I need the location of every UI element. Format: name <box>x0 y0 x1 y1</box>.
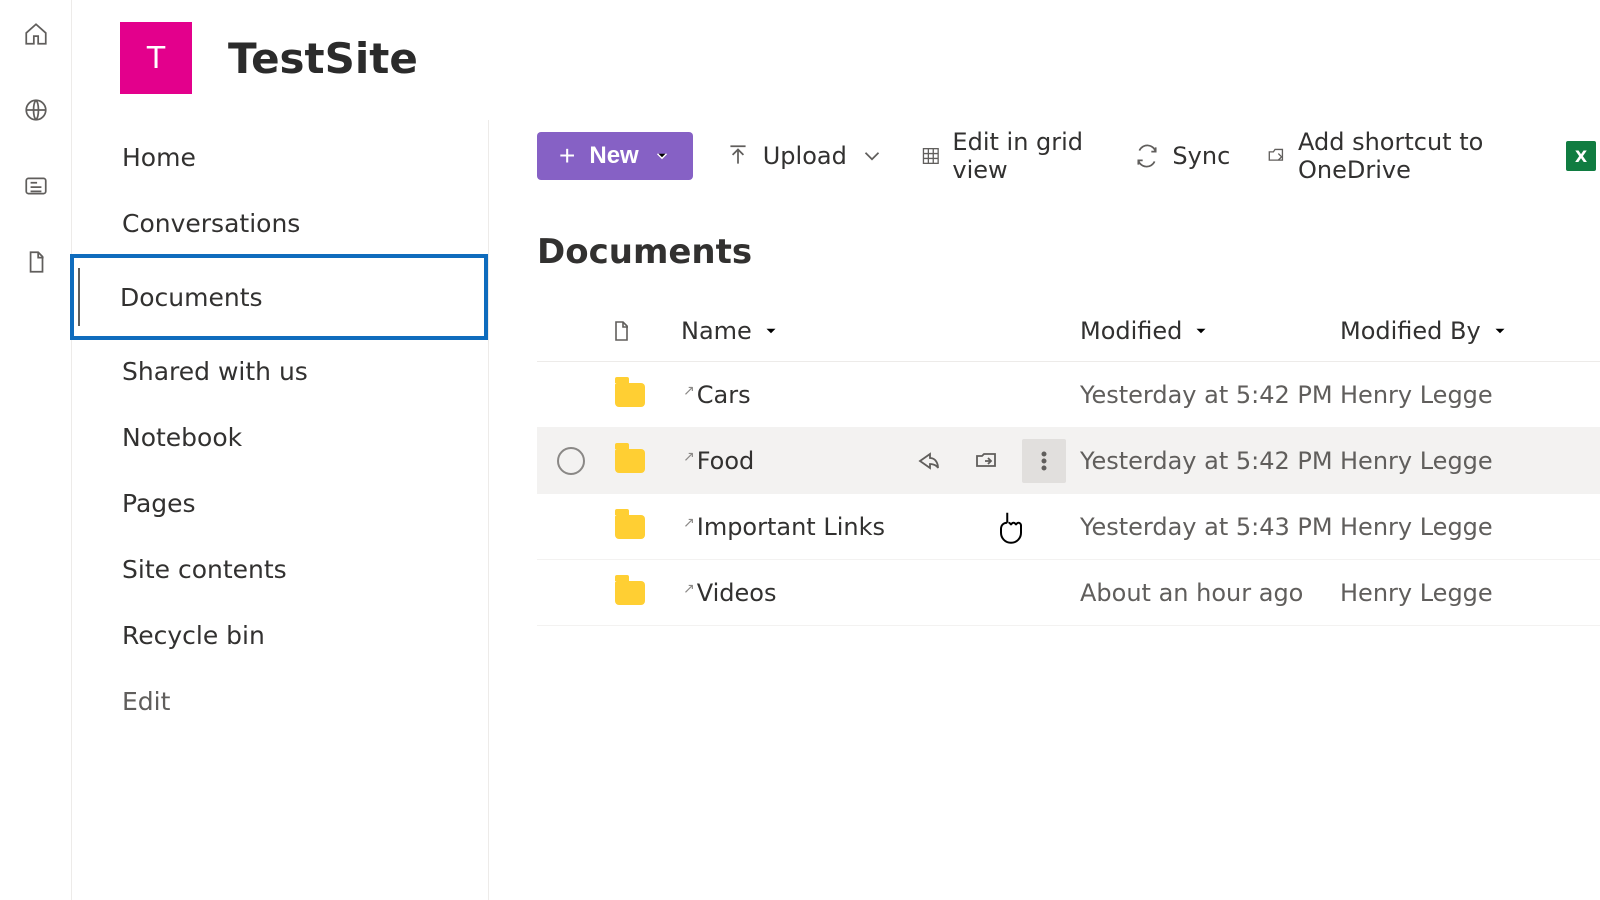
chevron-down-icon <box>859 143 885 169</box>
add-shortcut-button[interactable]: Add shortcut to OneDrive <box>1262 128 1534 184</box>
column-modified-by-label: Modified By <box>1340 317 1481 345</box>
new-button[interactable]: + New <box>537 132 693 180</box>
folder-icon <box>615 581 645 605</box>
column-name[interactable]: Name <box>681 317 906 345</box>
content-area: + New Upload Edit in grid view Sync <box>489 120 1600 900</box>
nav-item-notebook[interactable]: Notebook <box>72 404 488 470</box>
table-row[interactable]: ↗Cars Yesterday at 5:42 PM Henry Legge <box>537 362 1600 428</box>
chevron-down-icon <box>653 147 671 165</box>
item-modified: About an hour ago <box>1080 579 1340 607</box>
site-title[interactable]: TestSite <box>228 34 418 83</box>
edit-grid-button[interactable]: Edit in grid view <box>917 128 1103 184</box>
item-name[interactable]: Food <box>697 447 755 475</box>
file-icon <box>609 317 633 345</box>
item-name[interactable]: Videos <box>697 579 777 607</box>
chevron-down-icon <box>1192 322 1210 340</box>
excel-icon: X <box>1566 141 1596 171</box>
row-select[interactable] <box>557 447 585 475</box>
move-button[interactable] <box>964 439 1008 483</box>
item-modified: Yesterday at 5:42 PM <box>1080 381 1340 409</box>
share-icon <box>916 449 940 473</box>
share-button[interactable] <box>906 439 950 483</box>
column-type[interactable] <box>609 317 681 345</box>
grid-icon <box>921 143 941 169</box>
column-modified[interactable]: Modified <box>1080 317 1340 345</box>
item-name[interactable]: Important Links <box>697 513 885 541</box>
link-badge-icon: ↗ <box>683 383 695 399</box>
chevron-down-icon <box>762 322 780 340</box>
command-bar: + New Upload Edit in grid view Sync <box>537 132 1600 180</box>
item-modified: Yesterday at 5:42 PM <box>1080 447 1340 475</box>
folder-icon <box>615 449 645 473</box>
nav-item-home[interactable]: Home <box>72 124 488 190</box>
nav-item-recycle-bin[interactable]: Recycle bin <box>72 602 488 668</box>
more-vertical-icon <box>1032 449 1056 473</box>
item-modified-by: Henry Legge <box>1340 579 1600 607</box>
link-badge-icon: ↗ <box>683 581 695 597</box>
site-header: T TestSite <box>72 0 1600 120</box>
more-actions-button[interactable] <box>1022 439 1066 483</box>
news-icon[interactable] <box>22 172 50 200</box>
home-icon[interactable] <box>22 20 50 48</box>
folder-icon <box>615 515 645 539</box>
item-modified-by: Henry Legge <box>1340 447 1600 475</box>
table-row[interactable]: ↗Videos About an hour ago Henry Legge <box>537 560 1600 626</box>
nav-item-pages[interactable]: Pages <box>72 470 488 536</box>
link-badge-icon: ↗ <box>683 515 695 531</box>
nav-item-conversations[interactable]: Conversations <box>72 190 488 256</box>
plus-icon: + <box>559 140 575 172</box>
sync-button[interactable]: Sync <box>1130 142 1234 170</box>
library-title: Documents <box>537 232 1600 272</box>
nav-item-shared[interactable]: Shared with us <box>72 338 488 404</box>
nav-item-site-contents[interactable]: Site contents <box>72 536 488 602</box>
column-name-label: Name <box>681 317 752 345</box>
item-modified-by: Henry Legge <box>1340 381 1600 409</box>
upload-icon <box>725 143 751 169</box>
app-rail <box>0 0 72 900</box>
table-header: Name Modified Modified By <box>537 300 1600 362</box>
globe-icon[interactable] <box>22 96 50 124</box>
documents-table: Name Modified Modified By <box>537 300 1600 626</box>
column-modified-by[interactable]: Modified By <box>1340 317 1600 345</box>
export-excel-button[interactable]: X <box>1562 141 1600 171</box>
site-tile[interactable]: T <box>120 22 192 94</box>
sync-icon <box>1134 143 1160 169</box>
file-icon[interactable] <box>22 248 50 276</box>
main-column: T TestSite Home Conversations Documents … <box>72 0 1600 900</box>
shortcut-icon <box>1266 143 1286 169</box>
sync-label: Sync <box>1172 142 1230 170</box>
nav-item-documents[interactable]: Documents <box>70 254 488 340</box>
chevron-down-icon <box>1491 322 1509 340</box>
item-modified-by: Henry Legge <box>1340 513 1600 541</box>
nav-edit-button[interactable]: Edit <box>72 668 488 734</box>
link-badge-icon: ↗ <box>683 449 695 465</box>
site-nav: Home Conversations Documents Shared with… <box>72 120 489 900</box>
edit-grid-label: Edit in grid view <box>952 128 1098 184</box>
folder-icon <box>615 383 645 407</box>
folder-move-icon <box>974 449 998 473</box>
item-name[interactable]: Cars <box>697 381 751 409</box>
upload-label: Upload <box>763 142 847 170</box>
add-shortcut-label: Add shortcut to OneDrive <box>1298 128 1530 184</box>
table-row[interactable]: ↗Important Links Yesterday at 5:43 PM He… <box>537 494 1600 560</box>
table-row[interactable]: ↗Food Yesterday at 5:42 PM Henry Legge <box>537 428 1600 494</box>
column-modified-label: Modified <box>1080 317 1182 345</box>
new-button-label: New <box>589 142 638 170</box>
upload-button[interactable]: Upload <box>721 142 889 170</box>
item-modified: Yesterday at 5:43 PM <box>1080 513 1340 541</box>
